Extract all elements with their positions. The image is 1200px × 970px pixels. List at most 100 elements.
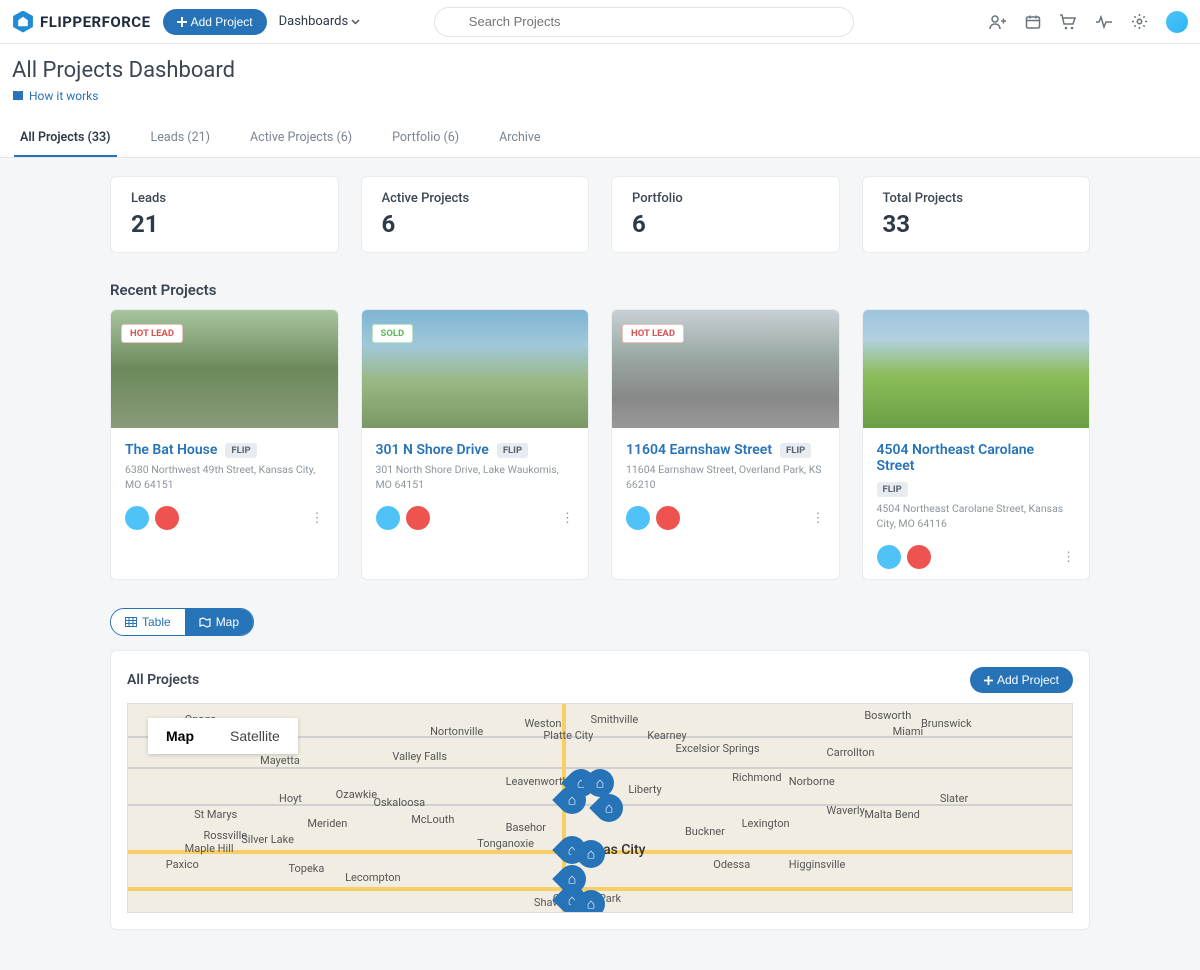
map-label: Higginsville xyxy=(789,858,846,871)
assignee-avatar[interactable] xyxy=(406,506,430,530)
dashboards-dropdown[interactable]: Dashboards xyxy=(279,14,361,29)
content: Leads 21 Active Projects 6 Portfolio 6 T… xyxy=(0,158,1200,970)
summary-card-leads[interactable]: Leads 21 xyxy=(110,176,339,253)
map-label: St Marys xyxy=(194,808,237,821)
tab-all-projects[interactable]: All Projects (33) xyxy=(14,120,117,157)
assignee-avatar[interactable] xyxy=(907,545,931,569)
map-label: Mayetta xyxy=(260,754,300,767)
header-icons xyxy=(989,11,1188,33)
project-image: SOLD xyxy=(362,310,589,428)
page-title: All Projects Dashboard xyxy=(12,58,1188,83)
assignee-avatar[interactable] xyxy=(155,506,179,530)
map-label: Odessa xyxy=(713,858,750,871)
map-label: Oskaloosa xyxy=(373,796,425,809)
map-label: Lexington xyxy=(742,817,790,830)
header: FLIPPERFORCE Add Project Dashboards xyxy=(0,0,1200,44)
add-project-button[interactable]: Add Project xyxy=(163,9,267,35)
map-card: All Projects Add Project Kansas City Top… xyxy=(110,650,1090,930)
summary-label: Portfolio xyxy=(632,191,819,206)
map-type-satellite[interactable]: Satellite xyxy=(212,718,298,754)
map-label: Buckner xyxy=(685,825,725,838)
map-type-map[interactable]: Map xyxy=(148,718,212,754)
project-card[interactable]: 4504 Northeast Carolane Street FLIP 4504… xyxy=(862,309,1091,580)
assignee-avatar[interactable] xyxy=(125,506,149,530)
tab-portfolio[interactable]: Portfolio (6) xyxy=(386,120,465,157)
summary-card-portfolio[interactable]: Portfolio 6 xyxy=(611,176,840,253)
project-card[interactable]: SOLD 301 N Shore Drive FLIP 301 North Sh… xyxy=(361,309,590,580)
brand-logo[interactable]: FLIPPERFORCE xyxy=(12,11,151,33)
title-area: All Projects Dashboard How it works All … xyxy=(0,44,1200,158)
map-label: Platte City xyxy=(543,729,593,742)
settings-icon[interactable] xyxy=(1131,13,1148,30)
summary-card-total[interactable]: Total Projects 33 xyxy=(862,176,1091,253)
map-label: Nortonville xyxy=(430,725,483,738)
project-address: 11604 Earnshaw Street, Overland Park, KS… xyxy=(626,463,825,492)
table-view-button[interactable]: Table xyxy=(111,609,185,635)
contacts-icon[interactable] xyxy=(989,13,1007,31)
map-label: Topeka xyxy=(288,862,324,875)
map-label: Waverly xyxy=(827,804,865,817)
project-image: HOT LEAD xyxy=(612,310,839,428)
dashboards-label: Dashboards xyxy=(279,14,349,29)
project-title[interactable]: 301 N Shore Drive xyxy=(376,442,489,458)
user-avatar[interactable] xyxy=(1166,11,1188,33)
status-badge: SOLD xyxy=(372,324,414,343)
project-title[interactable]: The Bat House xyxy=(125,442,217,458)
activity-icon[interactable] xyxy=(1095,15,1113,29)
summary-card-active[interactable]: Active Projects 6 xyxy=(361,176,590,253)
card-menu-icon[interactable]: ⋮ xyxy=(311,511,324,526)
assignee-avatar[interactable] xyxy=(626,506,650,530)
map-label: Paxico xyxy=(166,858,199,871)
map-label: Maple Hill xyxy=(185,842,234,855)
assignee-avatar[interactable] xyxy=(376,506,400,530)
card-menu-icon[interactable]: ⋮ xyxy=(561,511,574,526)
status-badge: HOT LEAD xyxy=(121,324,183,343)
project-tag: FLIP xyxy=(877,482,908,497)
tab-active-projects[interactable]: Active Projects (6) xyxy=(244,120,358,157)
table-icon xyxy=(125,617,137,627)
summary-row: Leads 21 Active Projects 6 Portfolio 6 T… xyxy=(110,176,1090,253)
how-it-works-link[interactable]: How it works xyxy=(12,89,98,103)
map-view-button[interactable]: Map xyxy=(185,609,253,635)
project-title[interactable]: 11604 Earnshaw Street xyxy=(626,442,772,458)
search-input[interactable] xyxy=(434,7,854,37)
map-label: Brunswick xyxy=(921,717,972,730)
map-label: Carrollton xyxy=(827,746,875,759)
card-menu-icon[interactable]: ⋮ xyxy=(1062,550,1075,565)
assignee-avatar[interactable] xyxy=(656,506,680,530)
map-label: Weston xyxy=(524,717,561,730)
brand-name: FLIPPERFORCE xyxy=(40,13,151,31)
all-projects-heading: All Projects xyxy=(127,672,199,688)
map[interactable]: Kansas City Topeka Overland Park Leavenw… xyxy=(127,703,1073,913)
summary-value: 33 xyxy=(883,210,1070,238)
map-label: McLouth xyxy=(411,813,454,826)
card-menu-icon[interactable]: ⋮ xyxy=(812,511,825,526)
project-address: 6380 Northwest 49th Street, Kansas City,… xyxy=(125,463,324,492)
map-label: Excelsior Springs xyxy=(676,742,760,755)
project-tag: FLIP xyxy=(225,443,256,458)
map-label: Lecompton xyxy=(345,871,400,884)
calendar-icon[interactable] xyxy=(1025,14,1041,30)
summary-label: Active Projects xyxy=(382,191,569,206)
summary-value: 6 xyxy=(632,210,819,238)
tab-archive[interactable]: Archive xyxy=(493,120,546,157)
tabs: All Projects (33) Leads (21) Active Proj… xyxy=(12,120,1188,157)
project-tag: FLIP xyxy=(780,443,811,458)
view-toggle: Table Map xyxy=(110,608,1090,636)
assignee-avatar[interactable] xyxy=(877,545,901,569)
project-title[interactable]: 4504 Northeast Carolane Street xyxy=(877,442,1076,474)
map-label: Kearney xyxy=(647,729,686,742)
add-project-button-secondary[interactable]: Add Project xyxy=(970,667,1073,693)
map-label: Norborne xyxy=(789,775,835,788)
cart-icon[interactable] xyxy=(1059,14,1077,30)
add-project-label: Add Project xyxy=(191,15,253,29)
project-address: 301 North Shore Drive, Lake Waukomis, MO… xyxy=(376,463,575,492)
summary-value: 21 xyxy=(131,210,318,238)
map-label: Smithville xyxy=(591,713,639,726)
tab-leads[interactable]: Leads (21) xyxy=(145,120,216,157)
project-card[interactable]: HOT LEAD 11604 Earnshaw Street FLIP 1160… xyxy=(611,309,840,580)
map-label: Slater xyxy=(940,792,968,805)
project-card[interactable]: HOT LEAD The Bat House FLIP 6380 Northwe… xyxy=(110,309,339,580)
summary-value: 6 xyxy=(382,210,569,238)
map-label: Leavenworth xyxy=(506,775,569,788)
